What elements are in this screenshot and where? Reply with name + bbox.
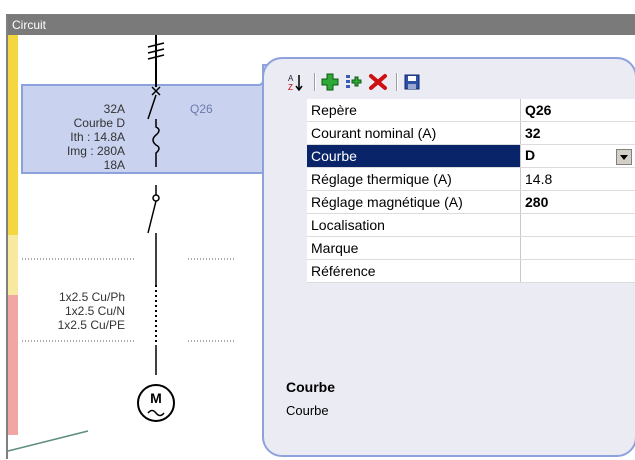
motor-label: M — [150, 390, 162, 406]
add-icon[interactable] — [320, 72, 340, 92]
property-value-text: 14.8 — [525, 171, 553, 187]
property-row[interactable]: Repère Q26 — [292, 99, 635, 122]
property-value-text: D — [525, 147, 536, 163]
phase-strip-light-yellow — [8, 235, 18, 295]
property-name[interactable]: Courbe — [307, 144, 521, 168]
property-name[interactable]: Référence — [307, 259, 521, 283]
cable-n-label: 1x2.5 Cu/N — [64, 304, 125, 318]
property-row[interactable]: Réglage magnétique (A) 280 — [292, 190, 635, 214]
properties-toolbar: AZ — [286, 69, 426, 95]
dropdown-arrow-icon[interactable] — [616, 149, 632, 165]
property-value-text: 32 — [525, 125, 541, 141]
cable-pe-label: 1x2.5 Cu/PE — [57, 318, 125, 332]
property-value[interactable] — [520, 236, 635, 260]
img-label: Img : 280A — [66, 144, 125, 158]
property-grid: Repère Q26 Courant nominal (A) 32 Courbe D Rég… — [292, 99, 635, 283]
add-multiple-icon[interactable] — [344, 72, 364, 92]
properties-panel: AZ Repère Q26 Courant nominal (A) 32 Cou… — [262, 57, 635, 457]
diagram-canvas[interactable]: M 32A Q26 Courbe D Ith : 14.8A Img : 280… — [8, 35, 635, 459]
cable-ph-label: 1x2.5 Cu/Ph — [58, 290, 125, 304]
breaker-tag-label: Q26 — [190, 102, 213, 116]
property-value[interactable] — [520, 259, 635, 283]
phase-strip-red — [8, 295, 18, 435]
row-margin — [292, 236, 307, 260]
row-margin — [292, 190, 307, 214]
property-value[interactable]: Q26 — [520, 99, 635, 122]
property-name[interactable]: Réglage magnétique (A) — [307, 190, 521, 214]
phase-strip-yellow — [8, 35, 18, 235]
property-row[interactable]: Courbe D — [292, 144, 635, 168]
property-value[interactable]: 14.8 — [520, 167, 635, 191]
description-area: Courbe Courbe — [286, 379, 626, 418]
property-name[interactable]: Réglage thermique (A) — [307, 167, 521, 191]
breaker-rating-label: 32A — [103, 102, 125, 116]
ith-label: Ith : 14.8A — [70, 130, 125, 144]
selection-highlight — [21, 64, 271, 174]
property-name[interactable]: Repère — [307, 99, 521, 122]
svg-text:A: A — [288, 74, 294, 83]
property-row[interactable]: Courant nominal (A) 32 — [292, 121, 635, 145]
row-margin — [292, 99, 307, 122]
circuit-window: Circuit M 32A Q26 Courbe D Ith: 14.8A I… — [6, 14, 635, 459]
description-text: Courbe — [286, 403, 329, 418]
property-name[interactable]: Localisation — [307, 213, 521, 237]
row-margin — [292, 144, 307, 168]
property-name[interactable]: Courant nominal (A) — [307, 121, 521, 145]
property-value[interactable] — [520, 213, 635, 237]
property-value[interactable]: 32 — [520, 121, 635, 145]
svg-text:Z: Z — [288, 83, 293, 91]
switch-rating-label: 18A — [103, 158, 125, 172]
property-row[interactable]: Localisation — [292, 213, 635, 237]
row-margin — [292, 213, 307, 237]
row-margin — [292, 259, 307, 283]
property-value[interactable]: D — [520, 144, 635, 168]
row-margin — [292, 121, 307, 145]
row-margin — [292, 167, 307, 191]
window-title: Circuit — [8, 15, 635, 35]
curve-label: Courbe D — [73, 116, 125, 130]
property-value[interactable]: 280 — [520, 190, 635, 214]
description-title: Courbe — [286, 379, 335, 395]
property-value-text: 280 — [525, 194, 549, 210]
property-row[interactable]: Marque — [292, 236, 635, 260]
property-name[interactable]: Marque — [307, 236, 521, 260]
property-value-text: Q26 — [525, 102, 552, 118]
property-row[interactable]: Réglage thermique (A) 14.8 — [292, 167, 635, 191]
property-row[interactable]: Référence — [292, 259, 635, 283]
save-icon[interactable] — [402, 72, 422, 92]
delete-icon[interactable] — [368, 72, 388, 92]
sort-az-icon[interactable]: AZ — [286, 72, 306, 92]
